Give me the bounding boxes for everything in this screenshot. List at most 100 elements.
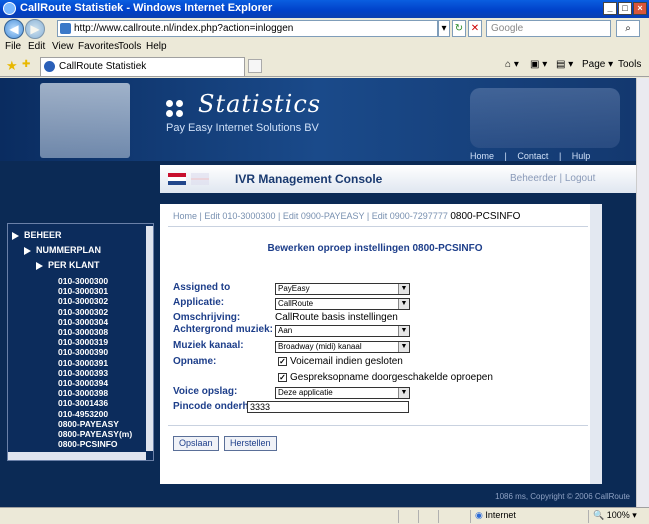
link-logout[interactable]: Logout (565, 173, 596, 184)
muziek-select[interactable]: Broadway (midi) kanaal ▼ (275, 341, 410, 353)
sidebar-number-item[interactable]: 0800-PAYEASY (58, 419, 119, 429)
form-heading: Bewerken oproep instellingen 0800-PCSINF… (267, 243, 483, 254)
address-input[interactable]: http://www.callroute.nl/index.php?action… (57, 20, 438, 37)
assigned-to-select[interactable]: PayEasy ▼ (275, 283, 410, 295)
link-beheerder[interactable]: Beheerder (510, 173, 557, 184)
select-value: Aan (278, 326, 293, 335)
sidebar-item-per-klant[interactable]: PER KLANT (36, 260, 100, 270)
add-favorites-icon[interactable]: ✚ (22, 59, 30, 70)
tools-menu[interactable]: Tools (618, 59, 641, 70)
refresh-icon[interactable]: ↻ (452, 20, 466, 37)
omschrijving-label: Omschrijving: (173, 312, 241, 323)
link-home[interactable]: Home (470, 151, 494, 161)
sidebar-number-item[interactable]: 010-3000300 (58, 276, 108, 286)
chevron-down-icon: ▼ (398, 284, 409, 294)
close-button[interactable]: × (633, 2, 647, 15)
sidebar-number-item[interactable]: 010-3000390 (58, 347, 108, 357)
zoom-control[interactable]: 🔍 100% ▾ (588, 510, 648, 523)
menu-view[interactable]: View (52, 41, 74, 52)
achtergrond-select[interactable]: Aan ▼ (275, 325, 410, 337)
crumb-separator: | (199, 211, 202, 221)
maximize-button[interactable]: □ (618, 2, 632, 15)
voice-opslag-select[interactable]: Deze applicatie ▼ (275, 387, 410, 399)
page-icon (60, 23, 71, 34)
window-title: CallRoute Statistiek - Windows Internet … (20, 2, 273, 14)
pincode-input[interactable]: 3333 (247, 401, 409, 413)
sidebar-number-item[interactable]: 010-3000391 (58, 358, 108, 368)
crumb-edit-2[interactable]: Edit 0900-PAYEASY (283, 211, 365, 221)
forward-button[interactable]: ▶ (25, 19, 45, 39)
sidebar-number-item[interactable]: 010-3000302 (58, 307, 108, 317)
sidebar-number-item[interactable]: 0800-PCSINFO (58, 439, 118, 449)
sidebar-number-item[interactable]: 010-3000393 (58, 368, 108, 378)
search-button[interactable]: ⌕ (616, 20, 640, 37)
sidebar-number-item[interactable]: 010-3000302 (58, 296, 108, 306)
page-vertical-scrollbar[interactable] (636, 78, 649, 507)
menu-edit[interactable]: Edit (28, 41, 45, 52)
back-button[interactable]: ◀ (4, 19, 24, 39)
reset-button[interactable]: Herstellen (224, 436, 277, 451)
computer-image (40, 83, 130, 158)
sidebar-item-nummerplan[interactable]: NUMMERPLAN (24, 245, 101, 255)
sidebar-number-item[interactable]: 010-3001436 (58, 398, 108, 408)
language-flags (168, 173, 211, 185)
minimize-button[interactable]: _ (603, 2, 617, 15)
menu-favorites[interactable]: Favorites (78, 41, 119, 52)
tab-bar: ★ ✚ CallRoute Statistiek ⌂ ▾ ▣ ▾ ▤ ▾ Pag… (0, 55, 649, 77)
top-links: Home | Contact | Hulp (470, 151, 591, 161)
sidebar-number-item[interactable]: 010-3000308 (58, 327, 108, 337)
sidebar-number-item[interactable]: 010-3000398 (58, 388, 108, 398)
chevron-down-icon: ▼ (398, 326, 409, 336)
crumb-edit-1[interactable]: Edit 010-3000300 (204, 211, 275, 221)
feeds-icon[interactable]: ▣ ▾ (530, 59, 547, 70)
footer-copyright: 1086 ms, Copyright © 2006 CallRoute (495, 492, 630, 501)
sidebar-number-item[interactable]: 010-3000301 (58, 286, 108, 296)
link-contact[interactable]: Contact (517, 151, 548, 161)
sidebar-number-item[interactable]: 010-3000394 (58, 378, 108, 388)
menu-help[interactable]: Help (146, 41, 167, 52)
home-icon[interactable]: ⌂ ▾ (505, 59, 519, 70)
voicemail-checkbox[interactable]: ✓ Voicemail indien gesloten (278, 356, 403, 367)
content-vertical-scrollbar[interactable] (590, 204, 602, 484)
crumb-edit-3[interactable]: Edit 0900-7297777 (372, 211, 448, 221)
menu-tools[interactable]: Tools (118, 41, 141, 52)
sidebar-number-item[interactable]: 0800-PAYEASY(m) (58, 429, 132, 439)
sidebar-vertical-scrollbar[interactable] (146, 226, 153, 451)
sidebar-number-item[interactable]: 010-4953200 (58, 409, 108, 419)
print-icon[interactable]: ▤ ▾ (556, 59, 573, 70)
sidebar-number-item[interactable]: 010-3000304 (58, 317, 108, 327)
search-input[interactable]: Google (486, 20, 611, 37)
status-cell (438, 510, 458, 523)
checkbox-label: Voicemail indien gesloten (290, 356, 403, 367)
sidebar-label: PER KLANT (48, 260, 100, 270)
company-subtitle: Pay Easy Internet Solutions BV (166, 122, 319, 134)
chevron-down-icon: ▼ (398, 299, 409, 309)
tab-callroute[interactable]: CallRoute Statistiek (40, 57, 245, 76)
english-flag-icon[interactable] (191, 173, 210, 185)
breadcrumb: Home | Edit 010-3000300 | Edit 0900-PAYE… (173, 211, 520, 222)
sidebar-horizontal-scrollbar[interactable] (8, 452, 146, 460)
crumb-home[interactable]: Home (173, 211, 197, 221)
link-separator: | (559, 173, 563, 184)
menu-bar: File Edit View Favorites Tools Help (0, 40, 649, 55)
console-bar: IVR Management Console Beheerder | Logou… (160, 165, 636, 193)
sidebar-number-item[interactable]: 010-3000319 (58, 337, 108, 347)
checkbox-label: Gespreksopname doorgeschakelde oproepen (290, 372, 493, 383)
gespreksopname-checkbox[interactable]: ✓ Gespreksopname doorgeschakelde oproepen (278, 372, 493, 383)
sidebar-item-beheer[interactable]: BEHEER (12, 230, 62, 240)
chevron-down-icon: ▼ (398, 342, 409, 352)
dutch-flag-icon[interactable] (168, 173, 186, 185)
favorites-star-icon[interactable]: ★ (6, 58, 18, 74)
applicatie-select[interactable]: CallRoute ▼ (275, 298, 410, 310)
save-button[interactable]: Opslaan (173, 436, 219, 451)
crumb-separator: | (277, 211, 281, 221)
menu-file[interactable]: File (5, 41, 21, 52)
new-tab-button[interactable] (248, 59, 262, 73)
link-hulp[interactable]: Hulp (572, 151, 591, 161)
logo-dots-icon (166, 100, 192, 120)
achtergrond-label: Achtergrond muziek: (173, 324, 274, 335)
address-dropdown-button[interactable]: ▾ (438, 20, 450, 37)
page-menu[interactable]: Page ▾ (582, 59, 613, 70)
stop-icon[interactable]: ✕ (468, 20, 482, 37)
address-bar-row: ◀ ▶ http://www.callroute.nl/index.php?ac… (0, 18, 649, 40)
